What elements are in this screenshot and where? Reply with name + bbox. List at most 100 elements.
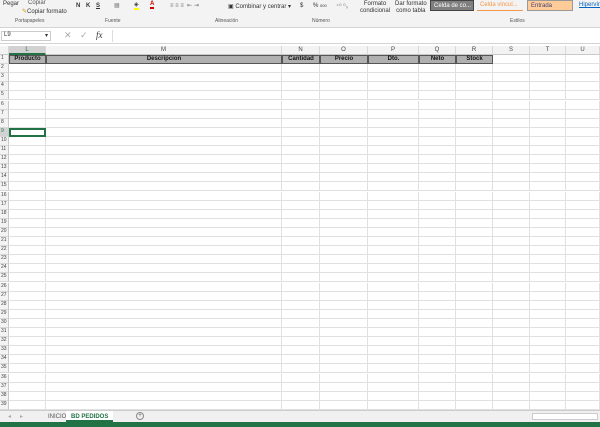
cell-T25[interactable] [530,273,566,283]
cell-U12[interactable] [566,155,600,165]
cell-P38[interactable] [368,391,419,401]
cell-S6[interactable] [493,100,530,110]
cell-U1[interactable] [566,55,600,65]
cell-R9[interactable] [456,127,493,137]
cell-O33[interactable] [320,346,368,356]
cell-R24[interactable] [456,264,493,274]
cell-R3[interactable] [456,73,493,83]
cell-R31[interactable] [456,328,493,338]
cell-S12[interactable] [493,155,530,165]
cell-M11[interactable] [46,146,282,156]
cell-M10[interactable] [46,136,282,146]
cell-Q38[interactable] [419,391,456,401]
cell-L6[interactable] [9,100,46,110]
cell-U28[interactable] [566,300,600,310]
cell-O10[interactable] [320,136,368,146]
cell-U34[interactable] [566,355,600,365]
cell-O30[interactable] [320,318,368,328]
cell-P18[interactable] [368,209,419,219]
cancel-icon[interactable]: ✕ [64,30,72,41]
cell-T35[interactable] [530,364,566,374]
cell-S14[interactable] [493,173,530,183]
cell-P13[interactable] [368,164,419,174]
cell-S20[interactable] [493,227,530,237]
cell-Q23[interactable] [419,255,456,265]
cell-N4[interactable] [282,82,320,92]
row-header-12[interactable]: 12 [0,155,9,165]
cell-O21[interactable] [320,237,368,247]
column-header-Q[interactable]: Q [419,46,456,55]
cell-T11[interactable] [530,146,566,156]
cell-S19[interactable] [493,218,530,228]
cell-L26[interactable] [9,282,46,292]
cell-M7[interactable] [46,109,282,119]
cell-O25[interactable] [320,273,368,283]
cell-N18[interactable] [282,209,320,219]
cell-M14[interactable] [46,173,282,183]
cell-R32[interactable] [456,337,493,347]
cell-Q26[interactable] [419,282,456,292]
row-header-8[interactable]: 8 [0,118,9,128]
row-header-2[interactable]: 2 [0,64,9,74]
cell-O9[interactable] [320,127,368,137]
row-header-9[interactable]: 9 [0,127,9,137]
cell-N38[interactable] [282,391,320,401]
cell-M27[interactable] [46,291,282,301]
cell-R4[interactable] [456,82,493,92]
cell-T39[interactable] [530,400,566,410]
cell-L15[interactable] [9,182,46,192]
cell-R18[interactable] [456,209,493,219]
cell-S25[interactable] [493,273,530,283]
cell-T8[interactable] [530,118,566,128]
cell-U27[interactable] [566,291,600,301]
cell-Q39[interactable] [419,400,456,410]
cell-Q34[interactable] [419,355,456,365]
cell-R14[interactable] [456,173,493,183]
select-all-corner[interactable] [0,46,9,55]
cell-N32[interactable] [282,337,320,347]
column-header-T[interactable]: T [530,46,566,55]
header-cell-O[interactable]: Precio [320,55,368,65]
decimal-icons[interactable]: ⁺⁰ ⁰₀ [336,3,348,10]
cell-P36[interactable] [368,373,419,383]
cell-Q6[interactable] [419,100,456,110]
cell-Q10[interactable] [419,136,456,146]
cell-U37[interactable] [566,382,600,392]
row-header-15[interactable]: 15 [0,182,9,192]
cell-O6[interactable] [320,100,368,110]
cell-Q16[interactable] [419,191,456,201]
style-check-cell[interactable]: Celda de co... [430,0,474,11]
cell-U22[interactable] [566,246,600,256]
cell-Q22[interactable] [419,246,456,256]
cell-T32[interactable] [530,337,566,347]
row-header-6[interactable]: 6 [0,100,9,110]
cell-Q28[interactable] [419,300,456,310]
cell-N13[interactable] [282,164,320,174]
cell-O22[interactable] [320,246,368,256]
cell-P15[interactable] [368,182,419,192]
row-header-5[interactable]: 5 [0,91,9,101]
cell-T18[interactable] [530,209,566,219]
cell-N17[interactable] [282,200,320,210]
cell-U20[interactable] [566,227,600,237]
cell-L8[interactable] [9,118,46,128]
cell-P21[interactable] [368,237,419,247]
borders-icon[interactable]: ▦ [114,2,120,9]
cell-S10[interactable] [493,136,530,146]
formula-input[interactable] [112,30,598,42]
row-header-24[interactable]: 24 [0,264,9,274]
cell-T3[interactable] [530,73,566,83]
cell-S16[interactable] [493,191,530,201]
cell-U11[interactable] [566,146,600,156]
cell-T9[interactable] [530,127,566,137]
row-header-10[interactable]: 10 [0,136,9,146]
cell-R22[interactable] [456,246,493,256]
row-header-26[interactable]: 26 [0,282,9,292]
cell-U32[interactable] [566,337,600,347]
cell-U16[interactable] [566,191,600,201]
cell-R34[interactable] [456,355,493,365]
currency-button[interactable]: $ [300,3,303,9]
cell-M3[interactable] [46,73,282,83]
cell-R13[interactable] [456,164,493,174]
cell-N25[interactable] [282,273,320,283]
